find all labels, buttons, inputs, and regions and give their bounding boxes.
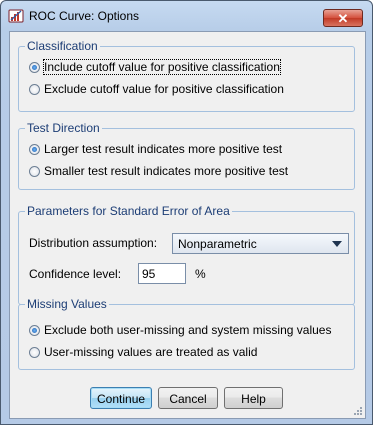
dialog-window: ROC Curve: Options ✕ Classification Incl… <box>0 0 373 425</box>
exclude-cutoff-option[interactable]: Exclude cutoff value for positive classi… <box>29 81 284 97</box>
title-bar[interactable]: ROC Curve: Options ✕ <box>1 1 372 31</box>
distribution-value: Nonparametric <box>178 237 257 251</box>
missing-values-legend: Missing Values <box>25 297 109 312</box>
smaller-result-option[interactable]: Smaller test result indicates more posit… <box>29 163 288 179</box>
test-direction-legend: Test Direction <box>25 121 102 136</box>
user-missing-valid-label: User-missing values are treated as valid <box>44 345 258 359</box>
user-missing-valid-option[interactable]: User-missing values are treated as valid <box>29 344 257 360</box>
confidence-input[interactable] <box>138 263 186 284</box>
continue-button[interactable]: Continue <box>90 387 152 409</box>
confidence-label: Confidence level: <box>29 267 122 281</box>
classification-legend: Classification <box>25 39 100 54</box>
resize-grip-icon[interactable] <box>353 406 363 416</box>
distribution-select[interactable]: Nonparametric <box>172 233 349 254</box>
cancel-button[interactable]: Cancel <box>158 387 218 409</box>
missing-values-group: Missing Values Exclude both user-missing… <box>18 297 355 370</box>
exclude-cutoff-label: Exclude cutoff value for positive classi… <box>44 82 284 96</box>
larger-result-option[interactable]: Larger test result indicates more positi… <box>29 141 282 157</box>
include-cutoff-radio[interactable] <box>29 61 40 73</box>
include-cutoff-option[interactable]: Include cutoff value for positive classi… <box>29 59 281 75</box>
smaller-result-label: Smaller test result indicates more posit… <box>44 164 289 178</box>
window-title: ROC Curve: Options <box>29 9 140 23</box>
help-button[interactable]: Help <box>224 387 283 409</box>
exclude-missing-option[interactable]: Exclude both user-missing and system mis… <box>29 322 331 338</box>
chevron-down-icon <box>332 241 342 247</box>
parameters-legend: Parameters for Standard Error of Area <box>25 204 232 219</box>
confidence-unit: % <box>195 267 206 281</box>
exclude-cutoff-radio[interactable] <box>29 83 40 95</box>
test-direction-group: Test Direction Larger test result indica… <box>18 121 355 190</box>
classification-group: Classification Include cutoff value for … <box>18 39 355 112</box>
larger-result-radio[interactable] <box>29 143 40 155</box>
dialog-body: Classification Include cutoff value for … <box>9 31 366 419</box>
smaller-result-radio[interactable] <box>29 165 40 177</box>
exclude-missing-label: Exclude both user-missing and system mis… <box>44 323 332 337</box>
exclude-missing-radio[interactable] <box>29 324 40 336</box>
include-cutoff-label: Include cutoff value for positive classi… <box>43 59 281 75</box>
larger-result-label: Larger test result indicates more positi… <box>44 142 283 156</box>
distribution-label: Distribution assumption: <box>29 236 158 250</box>
user-missing-valid-radio[interactable] <box>29 346 40 358</box>
parameters-group: Parameters for Standard Error of Area Di… <box>18 204 355 305</box>
roc-app-icon <box>8 9 24 23</box>
close-button[interactable]: ✕ <box>323 9 363 27</box>
